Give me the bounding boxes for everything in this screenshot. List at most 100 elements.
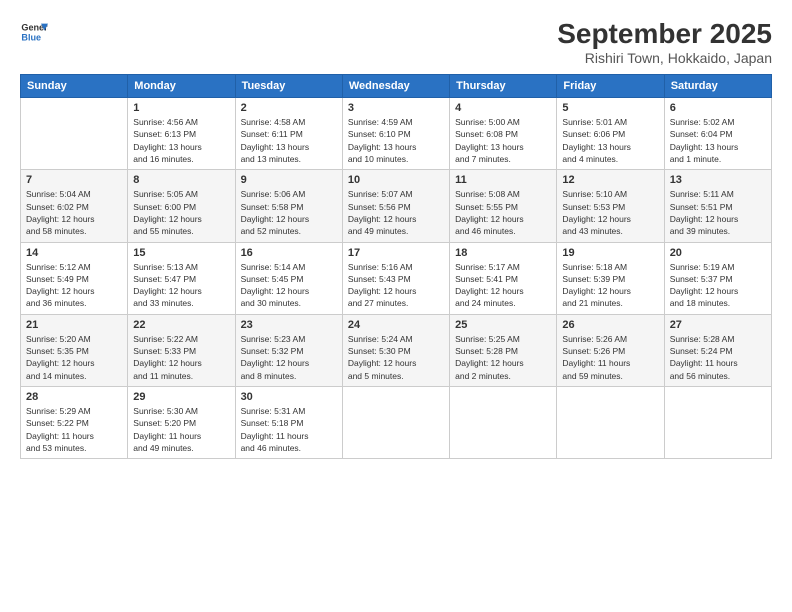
day-cell: 11 Sunrise: 5:08 AMSunset: 5:55 PMDayligh… — [450, 170, 557, 242]
day-cell — [664, 387, 771, 459]
day-cell: 28 Sunrise: 5:29 AMSunset: 5:22 PMDayligh… — [21, 387, 128, 459]
day-cell: 24 Sunrise: 5:24 AMSunset: 5:30 PMDayligh… — [342, 314, 449, 386]
day-cell: 26 Sunrise: 5:26 AMSunset: 5:26 PMDayligh… — [557, 314, 664, 386]
day-cell — [557, 387, 664, 459]
day-cell: 12 Sunrise: 5:10 AMSunset: 5:53 PMDayligh… — [557, 170, 664, 242]
day-info: Sunrise: 5:26 AMSunset: 5:26 PMDaylight:… — [562, 333, 658, 382]
day-number: 28 — [26, 391, 122, 403]
day-info: Sunrise: 5:07 AMSunset: 5:56 PMDaylight:… — [348, 188, 444, 237]
week-row-1: 7Sunrise: 5:04 AMSunset: 6:02 PMDaylight… — [21, 170, 772, 242]
day-number: 15 — [133, 247, 229, 259]
day-info: Sunrise: 5:23 AMSunset: 5:32 PMDaylight:… — [241, 333, 337, 382]
day-number: 9 — [241, 174, 337, 186]
header-cell-thursday: Thursday — [450, 75, 557, 98]
day-info: Sunrise: 5:31 AMSunset: 5:18 PMDaylight:… — [241, 405, 337, 454]
header-cell-wednesday: Wednesday — [342, 75, 449, 98]
day-info: Sunrise: 5:08 AMSunset: 5:55 PMDaylight:… — [455, 188, 551, 237]
day-info: Sunrise: 5:02 AMSunset: 6:04 PMDaylight:… — [670, 116, 766, 165]
day-info: Sunrise: 4:59 AMSunset: 6:10 PMDaylight:… — [348, 116, 444, 165]
day-number: 19 — [562, 247, 658, 259]
day-info: Sunrise: 5:16 AMSunset: 5:43 PMDaylight:… — [348, 261, 444, 310]
header-cell-friday: Friday — [557, 75, 664, 98]
day-info: Sunrise: 5:14 AMSunset: 5:45 PMDaylight:… — [241, 261, 337, 310]
logo-icon: General Blue — [20, 18, 48, 46]
day-cell: 6 Sunrise: 5:02 AMSunset: 6:04 PMDaylight… — [664, 98, 771, 170]
day-info: Sunrise: 5:12 AMSunset: 5:49 PMDaylight:… — [26, 261, 122, 310]
day-cell: 22 Sunrise: 5:22 AMSunset: 5:33 PMDayligh… — [128, 314, 235, 386]
day-number: 11 — [455, 174, 551, 186]
day-number: 16 — [241, 247, 337, 259]
day-number: 20 — [670, 247, 766, 259]
day-cell — [342, 387, 449, 459]
svg-text:Blue: Blue — [21, 32, 41, 42]
day-number: 26 — [562, 319, 658, 331]
day-info: Sunrise: 5:17 AMSunset: 5:41 PMDaylight:… — [455, 261, 551, 310]
header-cell-sunday: Sunday — [21, 75, 128, 98]
day-cell: 25 Sunrise: 5:25 AMSunset: 5:28 PMDayligh… — [450, 314, 557, 386]
day-info: Sunrise: 5:18 AMSunset: 5:39 PMDaylight:… — [562, 261, 658, 310]
day-info: Sunrise: 5:22 AMSunset: 5:33 PMDaylight:… — [133, 333, 229, 382]
day-number: 29 — [133, 391, 229, 403]
day-info: Sunrise: 5:24 AMSunset: 5:30 PMDaylight:… — [348, 333, 444, 382]
day-cell: 8Sunrise: 5:05 AMSunset: 6:00 PMDaylight… — [128, 170, 235, 242]
day-info: Sunrise: 5:01 AMSunset: 6:06 PMDaylight:… — [562, 116, 658, 165]
header-row: SundayMondayTuesdayWednesdayThursdayFrid… — [21, 75, 772, 98]
day-cell: 2Sunrise: 4:58 AMSunset: 6:11 PMDaylight… — [235, 98, 342, 170]
day-cell — [21, 98, 128, 170]
day-cell: 30 Sunrise: 5:31 AMSunset: 5:18 PMDayligh… — [235, 387, 342, 459]
week-row-3: 21Sunrise: 5:20 AMSunset: 5:35 PMDayligh… — [21, 314, 772, 386]
day-cell: 15 Sunrise: 5:13 AMSunset: 5:47 PMDayligh… — [128, 242, 235, 314]
day-number: 25 — [455, 319, 551, 331]
day-cell: 7Sunrise: 5:04 AMSunset: 6:02 PMDaylight… — [21, 170, 128, 242]
week-row-4: 28 Sunrise: 5:29 AMSunset: 5:22 PMDayligh… — [21, 387, 772, 459]
day-number: 8 — [133, 174, 229, 186]
day-cell: 16 Sunrise: 5:14 AMSunset: 5:45 PMDayligh… — [235, 242, 342, 314]
day-cell: 23Sunrise: 5:23 AMSunset: 5:32 PMDayligh… — [235, 314, 342, 386]
header-cell-saturday: Saturday — [664, 75, 771, 98]
month-title: September 2025 — [557, 18, 772, 50]
header-cell-tuesday: Tuesday — [235, 75, 342, 98]
day-number: 24 — [348, 319, 444, 331]
day-cell: 9 Sunrise: 5:06 AMSunset: 5:58 PMDaylight… — [235, 170, 342, 242]
day-info: Sunrise: 5:29 AMSunset: 5:22 PMDaylight:… — [26, 405, 122, 454]
day-cell: 19 Sunrise: 5:18 AMSunset: 5:39 PMDayligh… — [557, 242, 664, 314]
day-cell: 1 Sunrise: 4:56 AMSunset: 6:13 PMDaylight… — [128, 98, 235, 170]
day-number: 6 — [670, 102, 766, 114]
logo: General Blue — [20, 18, 48, 46]
day-number: 22 — [133, 319, 229, 331]
day-info: Sunrise: 5:11 AMSunset: 5:51 PMDaylight:… — [670, 188, 766, 237]
day-info: Sunrise: 4:56 AMSunset: 6:13 PMDaylight:… — [133, 116, 229, 165]
day-info: Sunrise: 5:25 AMSunset: 5:28 PMDaylight:… — [455, 333, 551, 382]
calendar-table: SundayMondayTuesdayWednesdayThursdayFrid… — [20, 74, 772, 459]
day-info: Sunrise: 5:13 AMSunset: 5:47 PMDaylight:… — [133, 261, 229, 310]
day-number: 13 — [670, 174, 766, 186]
day-cell: 3Sunrise: 4:59 AMSunset: 6:10 PMDaylight… — [342, 98, 449, 170]
day-cell: 18 Sunrise: 5:17 AMSunset: 5:41 PMDayligh… — [450, 242, 557, 314]
day-info: Sunrise: 5:10 AMSunset: 5:53 PMDaylight:… — [562, 188, 658, 237]
location: Rishiri Town, Hokkaido, Japan — [557, 50, 772, 66]
day-number: 27 — [670, 319, 766, 331]
day-number: 1 — [133, 102, 229, 114]
day-info: Sunrise: 5:28 AMSunset: 5:24 PMDaylight:… — [670, 333, 766, 382]
day-number: 7 — [26, 174, 122, 186]
header: General Blue September 2025 Rishiri Town… — [20, 18, 772, 66]
day-info: Sunrise: 5:30 AMSunset: 5:20 PMDaylight:… — [133, 405, 229, 454]
day-number: 17 — [348, 247, 444, 259]
day-number: 12 — [562, 174, 658, 186]
day-number: 10 — [348, 174, 444, 186]
day-number: 14 — [26, 247, 122, 259]
day-cell: 20Sunrise: 5:19 AMSunset: 5:37 PMDayligh… — [664, 242, 771, 314]
day-cell: 10 Sunrise: 5:07 AMSunset: 5:56 PMDayligh… — [342, 170, 449, 242]
week-row-0: 1 Sunrise: 4:56 AMSunset: 6:13 PMDaylight… — [21, 98, 772, 170]
day-number: 5 — [562, 102, 658, 114]
day-number: 30 — [241, 391, 337, 403]
day-number: 4 — [455, 102, 551, 114]
day-info: Sunrise: 5:00 AMSunset: 6:08 PMDaylight:… — [455, 116, 551, 165]
day-cell: 29 Sunrise: 5:30 AMSunset: 5:20 PMDayligh… — [128, 387, 235, 459]
day-cell: 14 Sunrise: 5:12 AMSunset: 5:49 PMDayligh… — [21, 242, 128, 314]
week-row-2: 14 Sunrise: 5:12 AMSunset: 5:49 PMDayligh… — [21, 242, 772, 314]
day-number: 21 — [26, 319, 122, 331]
day-info: Sunrise: 5:06 AMSunset: 5:58 PMDaylight:… — [241, 188, 337, 237]
day-number: 18 — [455, 247, 551, 259]
day-cell: 5 Sunrise: 5:01 AMSunset: 6:06 PMDaylight… — [557, 98, 664, 170]
